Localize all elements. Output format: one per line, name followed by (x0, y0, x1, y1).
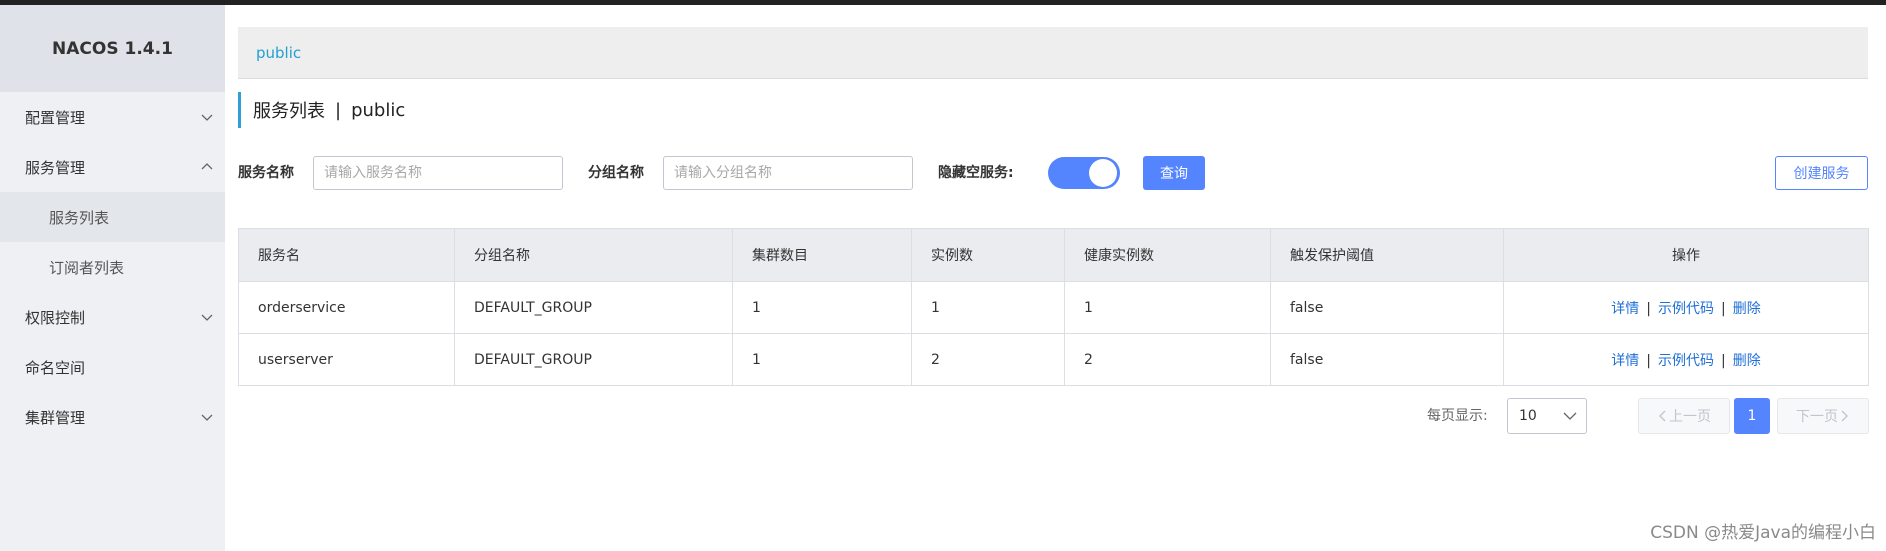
sidebar-item-subscribers[interactable]: 订阅者列表 (0, 242, 225, 292)
cell-actions: 详情 | 示例代码 | 删除 (1503, 281, 1869, 334)
cell-service-name: userserver (238, 333, 455, 386)
sidebar-item-label: 集群管理 (25, 408, 86, 427)
cell-threshold: false (1270, 333, 1504, 386)
delete-link[interactable]: 删除 (1733, 353, 1761, 369)
chevron-left-icon (1659, 410, 1666, 422)
breadcrumb: public (238, 27, 1868, 79)
table-row: orderservice DEFAULT_GROUP 1 1 1 false 详… (238, 281, 1869, 334)
chevron-down-icon (201, 414, 213, 421)
cell-clusters: 1 (732, 333, 912, 386)
action-separator: | (1721, 300, 1726, 317)
page-1-button[interactable]: 1 (1734, 398, 1770, 434)
cell-group: DEFAULT_GROUP (454, 281, 733, 334)
cell-instances: 1 (911, 281, 1065, 334)
sidebar-item-label: 命名空间 (25, 358, 86, 377)
sidebar-item-service-list[interactable]: 服务列表 (0, 192, 225, 242)
col-header-healthy: 健康实例数 (1064, 228, 1271, 282)
cell-clusters: 1 (732, 281, 912, 334)
next-page-label: 下一页 (1796, 409, 1838, 425)
page-title: 服务列表 | public (238, 92, 405, 128)
cell-actions: 详情 | 示例代码 | 删除 (1503, 333, 1869, 386)
toggle-knob (1089, 159, 1117, 187)
sidebar-item-label: 配置管理 (25, 108, 86, 127)
action-separator: | (1646, 352, 1651, 369)
chevron-down-icon (201, 114, 213, 121)
service-table: 服务名 分组名称 集群数目 实例数 健康实例数 触发保护阈值 操作 orders… (238, 228, 1869, 386)
hide-empty-toggle[interactable] (1048, 157, 1120, 189)
hide-empty-label: 隐藏空服务: (938, 165, 1014, 181)
group-name-label: 分组名称 (588, 165, 644, 181)
service-name-input[interactable] (313, 156, 563, 190)
next-page-button[interactable]: 下一页 (1777, 398, 1869, 434)
filter-bar: 服务名称 分组名称 隐藏空服务: 查询 创建服务 (238, 153, 1868, 193)
col-header-threshold: 触发保护阈值 (1270, 228, 1504, 282)
app-logo: NACOS 1.4.1 (0, 5, 225, 92)
cell-group: DEFAULT_GROUP (454, 333, 733, 386)
chevron-down-icon (201, 314, 213, 321)
prev-page-label: 上一页 (1669, 409, 1711, 425)
delete-link[interactable]: 删除 (1733, 301, 1761, 317)
watermark: CSDN @热爱Java的编程小白 (1650, 523, 1876, 543)
action-separator: | (1646, 300, 1651, 317)
page-title-text: 服务列表 (253, 101, 325, 122)
col-header-actions: 操作 (1503, 228, 1869, 282)
action-separator: | (1721, 352, 1726, 369)
table-row: userserver DEFAULT_GROUP 1 2 2 false 详情 |… (238, 333, 1869, 386)
sample-code-link[interactable]: 示例代码 (1658, 301, 1714, 317)
detail-link[interactable]: 详情 (1611, 301, 1639, 317)
pagination: 每页显示: 10 上一页 1 下一页 (225, 398, 1886, 434)
create-service-button[interactable]: 创建服务 (1775, 156, 1868, 190)
chevron-down-icon (1563, 412, 1577, 420)
sidebar-item-namespaces[interactable]: 命名空间 (0, 342, 225, 392)
sidebar-item-config[interactable]: 配置管理 (0, 92, 225, 142)
col-header-service-name: 服务名 (238, 228, 455, 282)
sidebar-item-label: 订阅者列表 (49, 258, 125, 277)
cell-threshold: false (1270, 281, 1504, 334)
service-name-label: 服务名称 (238, 165, 294, 181)
sidebar-item-label: 服务管理 (25, 158, 86, 177)
page-title-namespace: public (351, 99, 406, 121)
chevron-up-icon (201, 163, 213, 170)
cell-healthy: 2 (1064, 333, 1271, 386)
table-header-row: 服务名 分组名称 集群数目 实例数 健康实例数 触发保护阈值 操作 (238, 228, 1869, 282)
group-name-input[interactable] (663, 156, 913, 190)
detail-link[interactable]: 详情 (1611, 353, 1639, 369)
cell-service-name: orderservice (238, 281, 455, 334)
col-header-clusters: 集群数目 (732, 228, 912, 282)
sidebar-item-permissions[interactable]: 权限控制 (0, 292, 225, 342)
col-header-group: 分组名称 (454, 228, 733, 282)
page-size-select[interactable]: 10 (1507, 398, 1587, 434)
cell-instances: 2 (911, 333, 1065, 386)
cell-healthy: 1 (1064, 281, 1271, 334)
chevron-right-icon (1841, 410, 1848, 422)
sidebar-item-services[interactable]: 服务管理 (0, 142, 225, 192)
sample-code-link[interactable]: 示例代码 (1658, 353, 1714, 369)
sidebar-item-label: 服务列表 (49, 208, 110, 227)
prev-page-button[interactable]: 上一页 (1638, 398, 1730, 434)
sidebar-item-cluster[interactable]: 集群管理 (0, 392, 225, 442)
page-title-separator: | (335, 99, 342, 121)
col-header-instances: 实例数 (911, 228, 1065, 282)
sidebar: NACOS 1.4.1 配置管理 服务管理 服务列表 订阅者列表 权限控制 命名… (0, 5, 225, 551)
page-size-label: 每页显示: (1427, 408, 1488, 424)
query-button[interactable]: 查询 (1143, 156, 1205, 190)
sidebar-item-label: 权限控制 (25, 308, 86, 327)
breadcrumb-namespace-link[interactable]: public (256, 44, 301, 62)
main-content: public 服务列表 | public 服务名称 分组名称 隐藏空服务: 查询… (225, 5, 1886, 551)
page-size-value: 10 (1519, 408, 1537, 424)
